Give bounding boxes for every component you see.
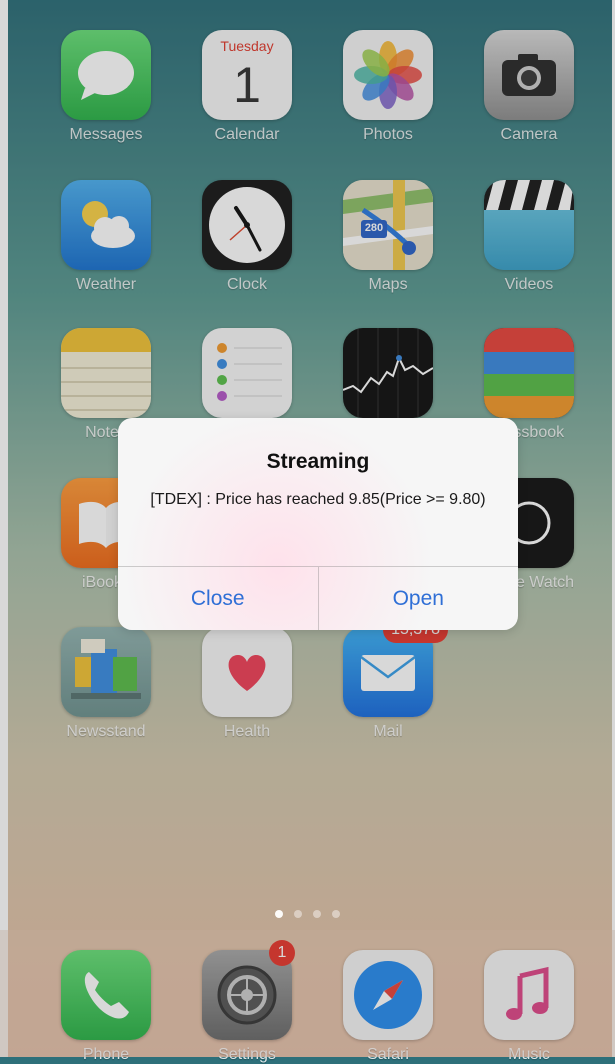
page-dot[interactable] bbox=[332, 910, 340, 918]
open-button[interactable]: Open bbox=[319, 567, 519, 630]
alert-buttons: Close Open bbox=[118, 566, 518, 630]
page-dot-active[interactable] bbox=[275, 910, 283, 918]
page-indicator bbox=[0, 910, 615, 918]
streaming-alert: Streaming [TDEX] : Price has reached 9.8… bbox=[118, 418, 518, 630]
alert-title: Streaming bbox=[266, 450, 370, 473]
close-button[interactable]: Close bbox=[118, 567, 319, 630]
alert-message: [TDEX] : Price has reached 9.85(Price >=… bbox=[150, 491, 486, 508]
page-dot[interactable] bbox=[313, 910, 321, 918]
page-dot[interactable] bbox=[294, 910, 302, 918]
